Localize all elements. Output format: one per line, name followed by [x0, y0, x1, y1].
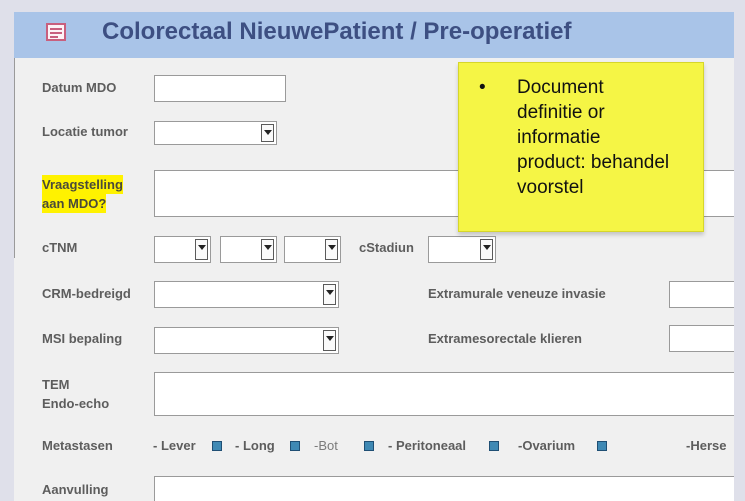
form-window: Colorectaal NieuwePatient / Pre-operatie… [14, 12, 734, 501]
extramesorectale-label: Extramesorectale klieren [428, 331, 582, 346]
cstadium-label: cStadiun [359, 240, 414, 255]
note-line-5: voorstel [517, 177, 584, 198]
chevron-down-icon[interactable] [325, 239, 338, 260]
chevron-down-icon[interactable] [261, 124, 274, 142]
msi-bepaling-combo[interactable] [154, 327, 339, 354]
ctnm-t-combo[interactable] [154, 236, 211, 263]
metastasen-label: Metastasen [42, 438, 113, 453]
annotation-note: • Document definitie or informatie produ… [458, 62, 704, 232]
vraagstelling-label-line1: Vraagstelling [42, 175, 123, 194]
aanvulling-field[interactable] [154, 476, 734, 501]
ctnm-n-combo[interactable] [220, 236, 277, 263]
locatie-tumor-combo[interactable] [154, 121, 277, 145]
metastasen-bot-checkbox[interactable] [364, 441, 374, 451]
msi-bepaling-label: MSI bepaling [42, 331, 123, 346]
chevron-down-icon[interactable] [195, 239, 208, 260]
note-line-2: definitie or [517, 102, 605, 123]
extramesorectale-field[interactable] [669, 325, 734, 352]
metastasen-long-label: - Long [235, 438, 275, 453]
crm-bedreigd-combo[interactable] [154, 281, 339, 308]
metastasen-long-checkbox[interactable] [290, 441, 300, 451]
tem-endo-echo-field[interactable] [154, 372, 734, 416]
form-header: Colorectaal NieuwePatient / Pre-operatie… [14, 12, 734, 58]
note-bullet: • [479, 77, 486, 98]
vraagstelling-label-line2: aan MDO? [42, 194, 107, 213]
metastasen-bot-label: -Bot [314, 438, 338, 453]
chevron-down-icon[interactable] [323, 284, 336, 305]
note-line-1: Document [517, 77, 604, 98]
form-icon [46, 23, 66, 41]
metastasen-peritoneaal-label: - Peritoneaal [388, 438, 467, 453]
extramurale-label: Extramurale veneuze invasie [428, 286, 606, 301]
metastasen-ovarium-checkbox[interactable] [597, 441, 607, 451]
tem-label-line1: TEM [42, 377, 70, 392]
cstadium-combo[interactable] [428, 236, 496, 263]
datum-mdo-field[interactable] [154, 75, 286, 102]
crm-bedreigd-label: CRM-bedreigd [42, 286, 131, 301]
metastasen-lever-label: - Lever [153, 438, 196, 453]
extramurale-field[interactable] [669, 281, 734, 308]
note-line-4: product: behandel [517, 152, 670, 173]
locatie-tumor-label: Locatie tumor [42, 124, 128, 139]
chevron-down-icon[interactable] [261, 239, 274, 260]
aanvulling-label: Aanvulling [42, 482, 109, 497]
chevron-down-icon[interactable] [323, 330, 336, 351]
metastasen-lever-checkbox[interactable] [212, 441, 222, 451]
metastasen-ovarium-label: -Ovarium [518, 438, 576, 453]
chevron-down-icon[interactable] [480, 239, 493, 260]
tem-label-line2: Endo-echo [42, 396, 110, 411]
note-line-3: informatie [517, 127, 601, 148]
ctnm-label: cTNM [42, 240, 78, 255]
ctnm-m-combo[interactable] [284, 236, 341, 263]
datum-mdo-label: Datum MDO [42, 80, 117, 95]
form-left-border [14, 58, 15, 258]
form-title: Colorectaal NieuwePatient / Pre-operatie… [102, 18, 572, 45]
metastasen-peritoneaal-checkbox[interactable] [489, 441, 499, 451]
metastasen-herse-label: -Herse [686, 438, 727, 453]
